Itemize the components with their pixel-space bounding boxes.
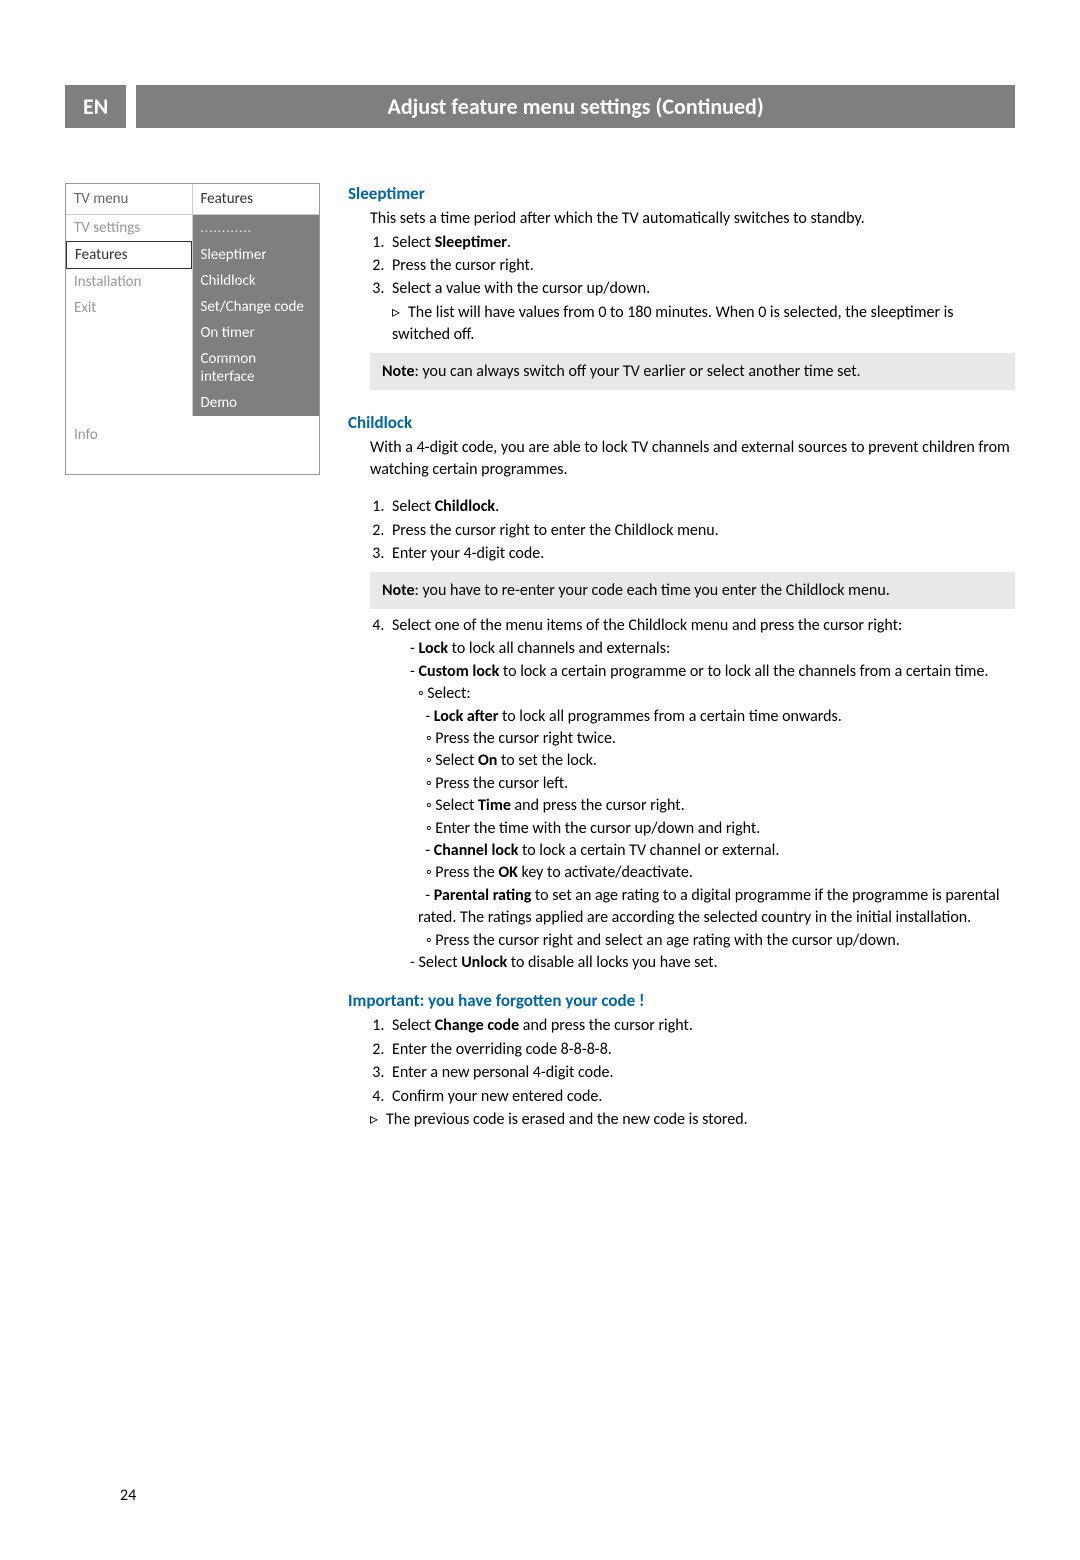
page-header: EN Adjust feature menu settings (Continu… [65,85,1015,128]
menu-info: Info [66,416,319,474]
childlock-note: Note: you have to re-enter your code eac… [370,572,1015,610]
submenu-demo: Demo [193,390,320,416]
language-tag: EN [65,85,126,128]
tv-menu-diagram: TV menu Features TV settings Features In… [65,183,320,475]
page-number: 24 [120,1486,136,1505]
instructions: Sleeptimer This sets a time period after… [348,183,1015,1131]
menu-header-right: Features [193,184,320,215]
submenu-ontimer: On timer [193,320,320,346]
forgot-steps: Select Change code and press the cursor … [388,1015,1015,1108]
menu-item-tv-settings: TV settings [66,215,192,241]
childlock-steps: Select Childlock. Press the cursor right… [388,496,1015,565]
childlock-intro: With a 4-digit code, you are able to loc… [370,437,1015,480]
submenu-common: Common interface [193,346,320,390]
page-title: Adjust feature menu settings (Continued) [136,85,1015,128]
menu-header-left: TV menu [66,184,193,215]
submenu-sleeptimer: Sleeptimer [193,242,320,268]
menu-right-column: ............ Sleeptimer Childlock Set/Ch… [193,215,320,416]
section-childlock-title: Childlock [348,412,1015,433]
submenu-childlock: Childlock [193,268,320,294]
childlock-step4: Select one of the menu items of the Chil… [388,615,1015,637]
menu-left-column: TV settings Features Installation Exit [66,215,193,416]
section-sleeptimer-title: Sleeptimer [348,183,1015,204]
menu-item-installation: Installation [66,269,192,295]
menu-dotted: ............ [193,215,320,242]
menu-item-features: Features [66,241,192,269]
submenu-setchange: Set/Change code [193,294,320,320]
sleeptimer-intro: This sets a time period after which the … [370,208,1015,230]
section-forgot-title: Important: you have forgotten your code … [348,990,1015,1011]
sleeptimer-note: Note: you can always switch off your TV … [370,353,1015,391]
menu-item-exit: Exit [66,295,192,321]
sleeptimer-steps: Select Sleeptimer. Press the cursor righ… [388,232,1015,301]
